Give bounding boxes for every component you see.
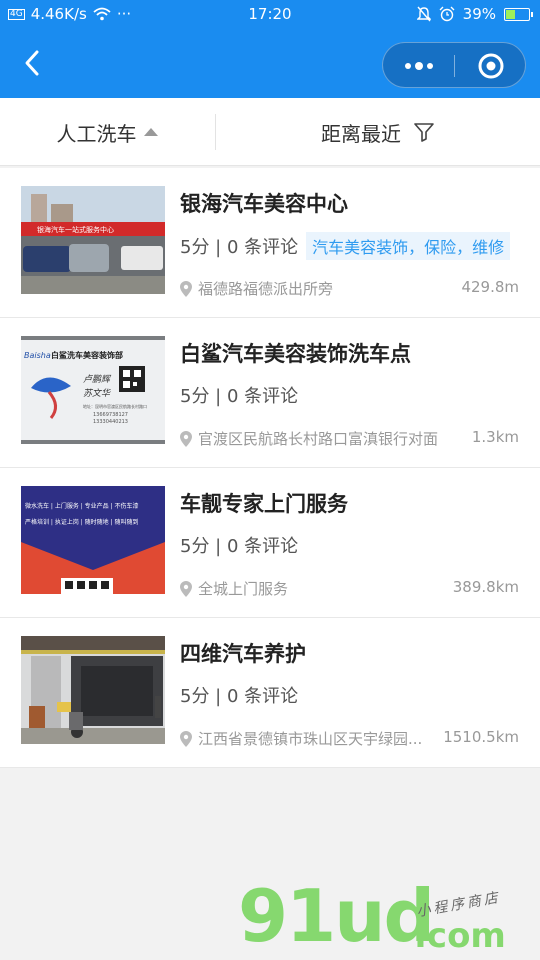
location-pin-icon bbox=[180, 280, 192, 297]
shop-list: 银海汽车一站式服务中心 银海汽车美容中心 5分 | 0 条评论 汽车美容装饰，保… bbox=[0, 168, 540, 768]
distance: 1.3km bbox=[471, 428, 519, 446]
shop-address: 全城上门服务 bbox=[180, 578, 288, 599]
sort-filter[interactable]: 距离最近 bbox=[216, 98, 540, 166]
shop-banner-text: 银海汽车一站式服务中心 bbox=[37, 225, 114, 234]
card-address: 地址：昆明市官渡区民航路长村路口 bbox=[83, 403, 147, 409]
list-item[interactable]: 微水洗车 | 上门服务 | 专业产品 | 不伤车漆 严格培训 | 执证上岗 | … bbox=[0, 468, 540, 618]
shop-photo: 微水洗车 | 上门服务 | 专业产品 | 不伤车漆 严格培训 | 执证上岗 | … bbox=[21, 486, 165, 594]
miniprogram-capsule bbox=[382, 42, 526, 88]
shop-address: 江西省景德镇市珠山区天宇绿园... bbox=[180, 728, 422, 749]
filter-icon bbox=[414, 123, 434, 142]
service-type-label: 人工洗车 bbox=[56, 121, 137, 146]
filter-bar: 人工洗车 距离最近 bbox=[0, 98, 540, 166]
card-title: 白鲨洗车美容装饰部 bbox=[51, 350, 123, 360]
card-phone-2: 13330440213 bbox=[93, 419, 128, 425]
list-item[interactable]: Baisha 白鲨洗车美容装饰部 卢鹏辉 苏文华 地址：昆明市官渡区民航路长村路… bbox=[0, 318, 540, 468]
address-text: 福德路福德派出所旁 bbox=[198, 280, 334, 298]
card-brand: Baisha bbox=[24, 351, 51, 360]
list-item[interactable]: 银海汽车一站式服务中心 银海汽车美容中心 5分 | 0 条评论 汽车美容装饰，保… bbox=[0, 168, 540, 318]
shop-photo: 银海汽车一站式服务中心 bbox=[21, 186, 165, 294]
shop-name: 车靓专家上门服务 bbox=[180, 492, 348, 516]
sort-label: 距离最近 bbox=[321, 121, 401, 146]
back-arrow-icon[interactable] bbox=[18, 48, 48, 78]
watermark-logo: 91ud bbox=[238, 874, 435, 958]
shop-rating: 5分 | 0 条评论 bbox=[180, 682, 298, 708]
status-bar: 4G 4.46K/s ··· 17:20 39% bbox=[0, 0, 540, 30]
shop-rating: 5分 | 0 条评论 汽车美容装饰，保险，维修 bbox=[180, 232, 511, 260]
close-miniprogram-icon[interactable] bbox=[477, 52, 505, 80]
rating-text: 5分 | 0 条评论 bbox=[180, 536, 299, 557]
service-tag: 汽车美容装饰，保险，维修 bbox=[306, 232, 511, 260]
rating-text: 5分 | 0 条评论 bbox=[180, 237, 299, 258]
shop-name: 四维汽车养护 bbox=[180, 642, 306, 666]
alarm-icon bbox=[439, 6, 455, 22]
flyer-line-1: 微水洗车 | 上门服务 | 专业产品 | 不伤车漆 bbox=[25, 502, 139, 510]
shop-rating: 5分 | 0 条评论 bbox=[180, 532, 298, 558]
rating-text: 5分 | 0 条评论 bbox=[180, 686, 299, 707]
address-text: 江西省景德镇市珠山区天宇绿园... bbox=[198, 730, 423, 748]
battery-icon bbox=[504, 7, 533, 21]
shop-name: 银海汽车美容中心 bbox=[180, 192, 348, 216]
capsule-divider bbox=[454, 55, 455, 77]
list-item[interactable]: 四维汽车养护 5分 | 0 条评论 江西省景德镇市珠山区天宇绿园... 1510… bbox=[0, 618, 540, 768]
shop-address: 官渡区民航路长村路口富滇银行对面 bbox=[180, 428, 438, 449]
shop-address: 福德路福德派出所旁 bbox=[180, 278, 333, 299]
address-text: 官渡区民航路长村路口富滇银行对面 bbox=[198, 430, 439, 448]
card-name-1: 卢鹏辉 bbox=[83, 374, 112, 385]
shop-name: 白鲨汽车美容装饰洗车点 bbox=[180, 342, 411, 366]
shop-photo: Baisha 白鲨洗车美容装饰部 卢鹏辉 苏文华 地址：昆明市官渡区民航路长村路… bbox=[21, 336, 165, 444]
shop-rating: 5分 | 0 条评论 bbox=[180, 382, 298, 408]
card-name-2: 苏文华 bbox=[83, 388, 111, 399]
card-phone-1: 13669738127 bbox=[93, 412, 128, 418]
service-type-filter[interactable]: 人工洗车 bbox=[0, 98, 215, 166]
location-pin-icon bbox=[180, 430, 192, 447]
more-options-icon[interactable] bbox=[399, 53, 439, 79]
mute-icon bbox=[416, 6, 431, 22]
location-pin-icon bbox=[180, 580, 192, 597]
location-pin-icon bbox=[180, 730, 192, 747]
watermark-domain: .com bbox=[414, 916, 506, 956]
nav-bar bbox=[0, 30, 540, 98]
shop-photo bbox=[21, 636, 165, 744]
flyer-line-2: 严格培训 | 执证上岗 | 随时随地 | 随叫随到 bbox=[25, 518, 139, 526]
distance: 389.8km bbox=[452, 578, 519, 596]
address-text: 全城上门服务 bbox=[198, 580, 289, 598]
rating-text: 5分 | 0 条评论 bbox=[180, 386, 299, 407]
caret-up-icon bbox=[143, 128, 158, 136]
battery-percent: 39% bbox=[462, 5, 496, 23]
watermark: 91ud 小程序商店 .com bbox=[238, 876, 528, 960]
distance: 429.8m bbox=[461, 278, 519, 296]
distance: 1510.5km bbox=[443, 728, 519, 746]
